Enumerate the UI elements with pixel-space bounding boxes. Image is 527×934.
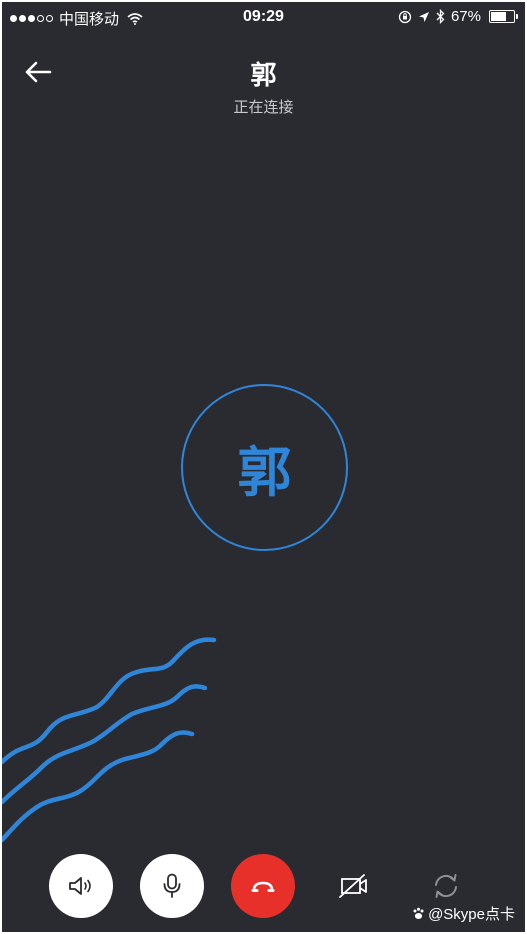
video-toggle-button[interactable] <box>322 854 386 918</box>
microphone-icon <box>163 873 181 898</box>
location-icon <box>418 11 429 22</box>
paw-icon <box>413 907 424 919</box>
rotation-lock-icon <box>398 10 412 23</box>
battery-percent: 67% <box>450 8 481 25</box>
avatar-initial: 郭 <box>237 443 292 503</box>
video-off-icon <box>339 874 367 898</box>
bluetooth-icon <box>436 9 445 24</box>
status-right: 67% <box>398 8 518 25</box>
call-status: 正在连接 <box>233 99 294 116</box>
contact-avatar: 郭 <box>181 384 348 551</box>
end-call-button[interactable] <box>231 854 295 918</box>
battery-level <box>491 12 506 21</box>
status-bar: 中国移动 09:29 67% <box>2 2 525 32</box>
speaker-button[interactable] <box>49 854 113 918</box>
watermark: @Skype点卡 <box>412 903 515 924</box>
wave-line-1 <box>2 637 217 765</box>
battery-icon <box>489 10 518 23</box>
wave-line-3 <box>2 730 195 843</box>
hang-up-icon <box>251 881 275 892</box>
speaker-icon <box>69 877 91 895</box>
connecting-waves <box>2 637 217 843</box>
mute-button[interactable] <box>140 854 204 918</box>
switch-camera-icon <box>435 874 457 898</box>
call-screen: 中国移动 09:29 67% 郭 正在连接 郭 @Skype点卡 <box>2 2 525 932</box>
contact-name: 郭 <box>250 60 277 90</box>
watermark-text: @Skype点卡 <box>428 906 515 923</box>
